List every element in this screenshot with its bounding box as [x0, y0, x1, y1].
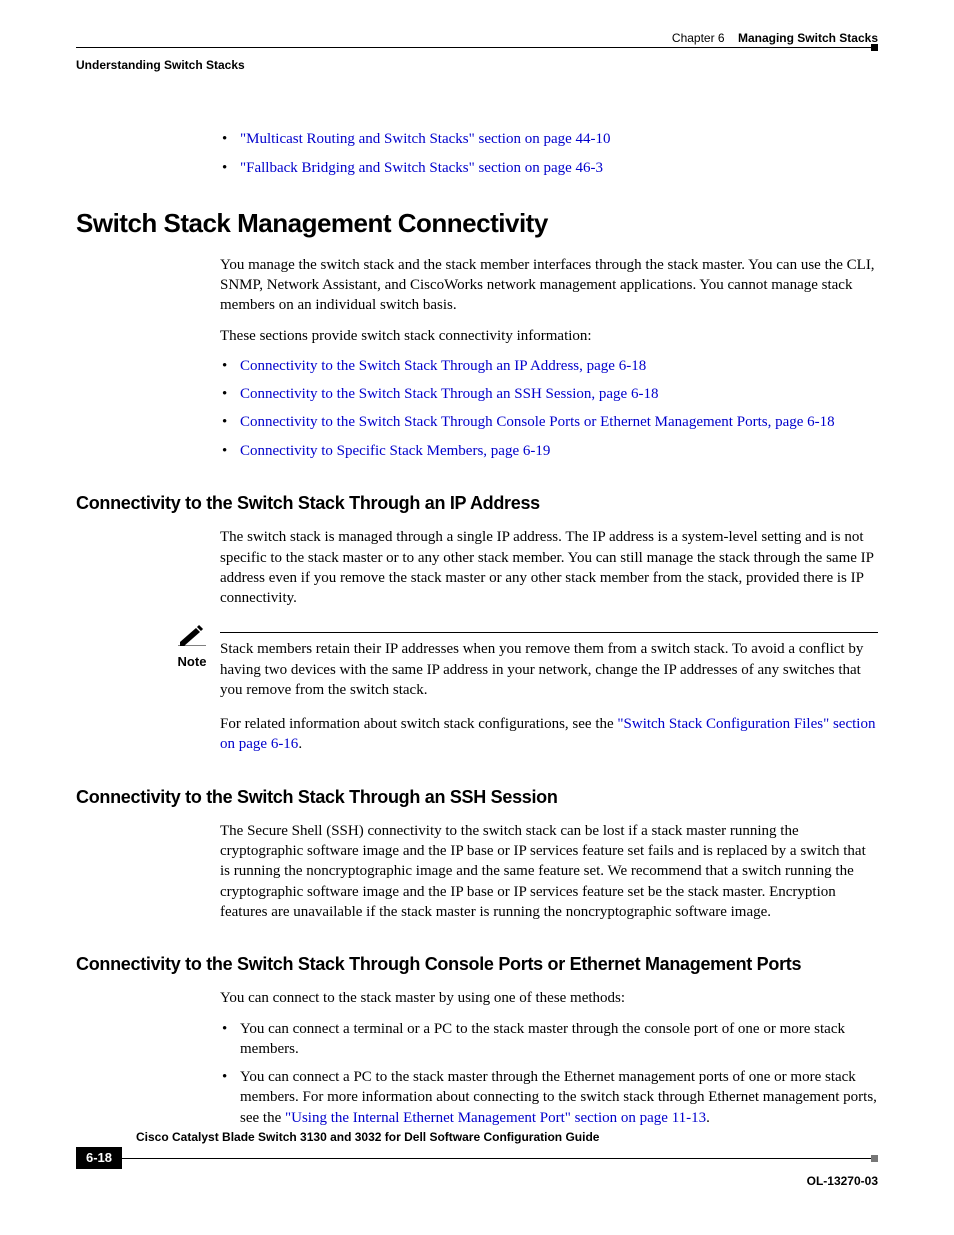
xref-link[interactable]: Connectivity to the Switch Stack Through… [220, 412, 878, 432]
subsection-heading: Connectivity to the Switch Stack Through… [76, 952, 878, 976]
list-item: You can connect a terminal or a PC to th… [220, 1019, 878, 1060]
chapter-number: Chapter 6 [672, 31, 725, 45]
xref-link[interactable]: "Multicast Routing and Switch Stacks" se… [220, 129, 878, 149]
running-header-left: Understanding Switch Stacks [76, 57, 878, 73]
body-paragraph: The Secure Shell (SSH) connectivity to t… [220, 821, 878, 922]
bullet-list: You can connect a terminal or a PC to th… [220, 1019, 878, 1128]
chapter-title: Managing Switch Stacks [738, 31, 878, 45]
document-code: OL-13270-03 [76, 1173, 878, 1189]
note-block: Note Stack members retain their IP addre… [76, 624, 878, 700]
subsection-heading: Connectivity to the Switch Stack Through… [76, 785, 878, 809]
section-heading: Switch Stack Management Connectivity [76, 206, 878, 241]
top-link-list: "Multicast Routing and Switch Stacks" se… [220, 129, 878, 178]
xref-link[interactable]: Connectivity to the Switch Stack Through… [220, 356, 878, 376]
page-footer: Cisco Catalyst Blade Switch 3130 and 303… [76, 1129, 878, 1189]
book-title: Cisco Catalyst Blade Switch 3130 and 303… [136, 1129, 599, 1145]
note-body: Stack members retain their IP addresses … [220, 639, 878, 700]
xref-link[interactable]: "Fallback Bridging and Switch Stacks" se… [220, 158, 878, 178]
body-paragraph: You manage the switch stack and the stac… [220, 255, 878, 316]
xref-link[interactable]: "Using the Internal Ethernet Management … [285, 1110, 706, 1126]
xref-list: Connectivity to the Switch Stack Through… [220, 356, 878, 461]
body-paragraph: You can connect to the stack master by u… [220, 988, 878, 1008]
subsection-heading: Connectivity to the Switch Stack Through… [76, 491, 878, 515]
xref-link[interactable]: Connectivity to the Switch Stack Through… [220, 384, 878, 404]
body-paragraph: These sections provide switch stack conn… [220, 326, 878, 346]
note-icon [164, 624, 220, 651]
body-paragraph: For related information about switch sta… [220, 714, 878, 755]
note-label: Note [164, 653, 220, 671]
body-paragraph: The switch stack is managed through a si… [220, 527, 878, 608]
page-number: 6-18 [76, 1147, 122, 1169]
list-item: You can connect a PC to the stack master… [220, 1067, 878, 1128]
xref-link[interactable]: Connectivity to Specific Stack Members, … [220, 441, 878, 461]
